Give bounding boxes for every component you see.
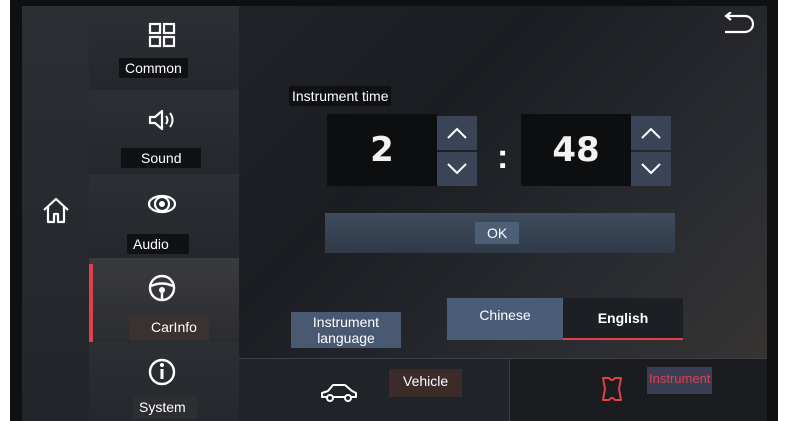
- home-icon[interactable]: [40, 194, 72, 226]
- sidebar-item-system[interactable]: System: [89, 342, 239, 421]
- minute-value: 48: [521, 114, 631, 186]
- car-icon: [321, 384, 357, 402]
- instrument-time-label: Instrument time: [289, 86, 392, 106]
- language-option-english[interactable]: English: [563, 298, 683, 340]
- tab-instrument-label: Instrument: [647, 367, 713, 394]
- screen: Common Sound Audio CarInfo System Instru…: [22, 6, 767, 421]
- sidebar-item-audio[interactable]: Audio: [89, 174, 239, 259]
- sidebar-item-label: Sound: [121, 148, 202, 168]
- grid-icon: [148, 22, 176, 48]
- active-indicator: [89, 264, 93, 344]
- sidebar-item-carinfo[interactable]: CarInfo: [89, 258, 239, 343]
- language-switch: Chinese English: [447, 298, 683, 340]
- tab-instrument[interactable]: Instrument: [509, 359, 767, 421]
- bottom-tabs: Vehicle Instrument: [239, 358, 767, 421]
- ok-button-label: OK: [475, 222, 520, 244]
- audio-icon: [147, 194, 177, 214]
- chevron-down-icon: [641, 163, 661, 175]
- instrument-icon: [602, 377, 622, 401]
- sidebar-item-label: System: [133, 396, 198, 419]
- hour-up-button[interactable]: [437, 116, 477, 150]
- tab-vehicle[interactable]: Vehicle: [239, 359, 510, 421]
- hour-value: 2: [327, 114, 437, 186]
- tab-vehicle-label: Vehicle: [389, 369, 463, 397]
- chevron-down-icon: [447, 163, 467, 175]
- steering-wheel-icon: [148, 274, 176, 302]
- hour-down-button[interactable]: [437, 152, 477, 186]
- main-panel: Instrument time 2 : 48 OK Instrument lan…: [239, 6, 767, 421]
- sidebar-item-sound[interactable]: Sound: [89, 90, 239, 175]
- speaker-icon: [148, 109, 174, 131]
- info-icon: [148, 358, 176, 386]
- minute-up-button[interactable]: [631, 116, 671, 150]
- sidebar-item-label: Common: [119, 58, 188, 78]
- language-option-chinese[interactable]: Chinese: [447, 298, 563, 340]
- back-icon[interactable]: [719, 12, 757, 36]
- sidebar-item-common[interactable]: Common: [89, 6, 239, 91]
- sidebar-item-label: CarInfo: [129, 316, 209, 340]
- ok-button[interactable]: OK: [325, 213, 675, 253]
- instrument-language-label: Instrument language: [291, 312, 401, 348]
- minute-down-button[interactable]: [631, 152, 671, 186]
- chevron-up-icon: [447, 127, 467, 139]
- sidebar-item-label: Audio: [127, 234, 189, 254]
- left-rail: [22, 6, 90, 421]
- sidebar: Common Sound Audio CarInfo System: [89, 6, 239, 421]
- chevron-up-icon: [641, 127, 661, 139]
- time-separator: :: [497, 138, 509, 176]
